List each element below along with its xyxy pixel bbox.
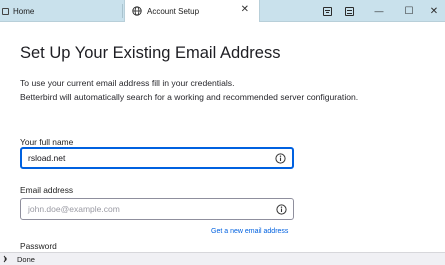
tab-home-label: Home xyxy=(13,6,35,16)
tab-account-setup[interactable]: Account Setup ✕ xyxy=(124,0,260,22)
email-label: Email address xyxy=(20,185,74,195)
close-window-button[interactable]: ✕ xyxy=(423,0,445,22)
status-bar: Done xyxy=(0,252,445,265)
minimize-icon: — xyxy=(374,6,384,16)
intro-text: To use your current email address fill i… xyxy=(20,76,430,104)
intro-line-2: Betterbird will automatically search for… xyxy=(20,92,359,102)
tab-strip: Home Account Setup ✕ — ☐ ✕ xyxy=(0,0,445,22)
maximize-button[interactable]: ☐ xyxy=(398,0,420,22)
email-placeholder: john.doe@example.com xyxy=(28,204,120,214)
full-name-label: Your full name xyxy=(20,137,74,147)
full-name-value: rsload.net xyxy=(28,153,66,163)
tasks-icon xyxy=(344,6,354,16)
intro-line-1: To use your current email address fill i… xyxy=(20,78,235,88)
home-icon xyxy=(2,7,9,15)
activity-icon xyxy=(3,255,7,263)
tasks-button[interactable] xyxy=(338,0,360,22)
globe-icon xyxy=(132,6,142,16)
full-name-field[interactable]: rsload.net xyxy=(20,147,294,169)
status-text: Done xyxy=(17,254,35,264)
calendar-button[interactable] xyxy=(316,0,338,22)
calendar-icon xyxy=(322,6,332,16)
close-icon[interactable]: ✕ xyxy=(241,5,249,15)
close-window-icon: ✕ xyxy=(429,5,439,17)
maximize-icon: ☐ xyxy=(404,5,414,17)
info-icon[interactable] xyxy=(275,152,286,164)
tab-account-setup-label: Account Setup xyxy=(147,6,200,16)
minimize-button[interactable]: — xyxy=(368,0,390,22)
info-icon[interactable] xyxy=(276,203,287,215)
get-new-email-link[interactable]: Get a new email address xyxy=(211,228,288,235)
page-title: Set Up Your Existing Email Address xyxy=(20,44,281,62)
email-field[interactable]: john.doe@example.com xyxy=(20,198,294,220)
tab-home[interactable]: Home xyxy=(0,0,122,22)
tab-separator xyxy=(122,4,123,18)
password-label: Password xyxy=(20,241,57,251)
